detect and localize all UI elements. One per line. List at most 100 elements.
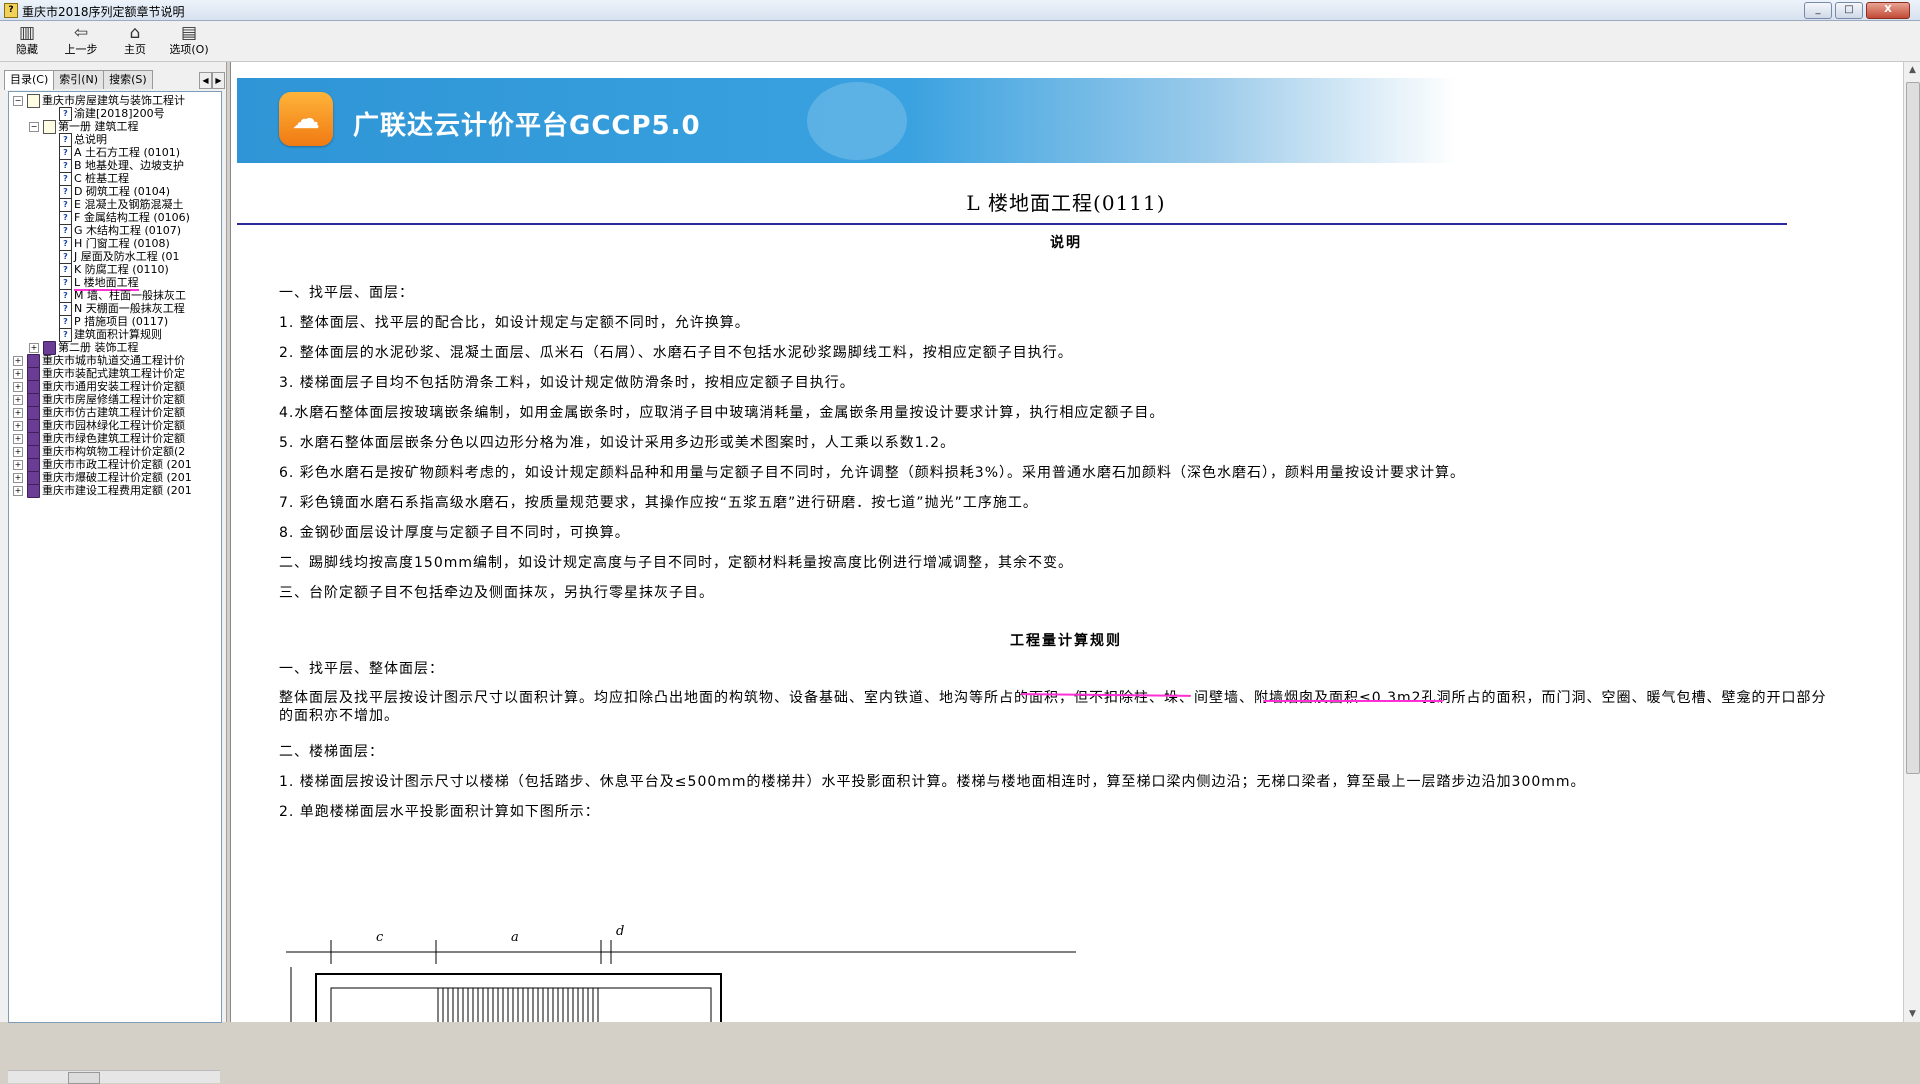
home-button[interactable]: ⌂ 主页 (110, 23, 160, 59)
tree-item[interactable]: − 重庆市房屋建筑与装饰工程计 (9, 94, 221, 108)
tree-item[interactable]: ? 总说明 (9, 133, 221, 147)
collapse-icon[interactable]: − (29, 122, 39, 132)
help-page-icon: ? (59, 315, 72, 329)
tree-item-label: F 金属结构工程 (0106) (74, 211, 190, 224)
hide-icon: ▥ (18, 23, 36, 43)
tree-item[interactable]: + 重庆市房屋修缮工程计价定额 (9, 393, 221, 407)
tree-item[interactable]: + 重庆市装配式建筑工程计价定 (9, 367, 221, 381)
tree-item[interactable]: ? H 门窗工程 (0108) (9, 237, 221, 251)
tree-item[interactable]: ? E 混凝土及钢筋混凝土 (9, 198, 221, 212)
tree-item[interactable]: ? J 屋面及防水工程 (01 (9, 250, 221, 264)
expand-icon[interactable]: + (13, 395, 23, 405)
tree-item[interactable]: + 重庆市建设工程费用定额 (201 (9, 484, 221, 498)
tree-item-label: 重庆市绿色建筑工程计价定额 (42, 432, 185, 445)
tab-scroll-buttons: ◀ ▶ (199, 72, 225, 89)
tree-item-label: 重庆市通用安装工程计价定额 (42, 380, 185, 393)
expand-icon[interactable]: + (13, 460, 23, 470)
tree-item-label: 第二册 装饰工程 (58, 341, 139, 354)
tree-item[interactable]: − 第一册 建筑工程 (9, 120, 221, 134)
tree-item[interactable]: ? 渝建[2018]200号 (9, 107, 221, 121)
expand-icon[interactable]: + (13, 473, 23, 483)
tree-item[interactable]: ? A 土石方工程 (0101) (9, 146, 221, 160)
home-label: 主页 (124, 43, 146, 56)
expand-icon[interactable]: + (13, 486, 23, 496)
tree-item-label: 重庆市市政工程计价定额 (201 (42, 458, 192, 471)
help-page-icon: ? (59, 250, 72, 264)
close-button[interactable]: X (1866, 2, 1910, 19)
tree-item[interactable]: ? D 砌筑工程 (0104) (9, 185, 221, 199)
collapse-icon[interactable]: − (13, 96, 23, 106)
tree-item[interactable]: ? L 楼地面工程 (9, 276, 221, 291)
paragraph: 3. 楼梯面层子目均不包括防滑条工料，如设计规定做防滑条时，按相应定额子目执行。 (279, 375, 855, 391)
expand-icon[interactable]: + (13, 434, 23, 444)
tree-item-label: 建筑面积计算规则 (74, 328, 162, 341)
book-icon (27, 458, 40, 472)
expand-icon[interactable]: + (13, 369, 23, 379)
tree-item-label: P 措施项目 (0117) (74, 315, 169, 328)
minimize-button[interactable]: _ (1804, 2, 1832, 19)
tree-item[interactable]: ? P 措施项目 (0117) (9, 315, 221, 329)
chapter-title: L 楼地面工程(0111) (966, 191, 1166, 215)
tree-item[interactable]: ? F 金属结构工程 (0106) (9, 211, 221, 225)
tree-item[interactable]: ? G 木结构工程 (0107) (9, 224, 221, 238)
book-icon (27, 484, 40, 498)
title-divider (237, 223, 1787, 225)
tree-item[interactable]: + 重庆市园林绿化工程计价定额 (9, 419, 221, 433)
hide-button[interactable]: ▥ 隐藏 (2, 23, 52, 59)
tree-item[interactable]: + 重庆市城市轨道交通工程计价 (9, 354, 221, 368)
tree-item[interactable]: + 重庆市仿古建筑工程计价定额 (9, 406, 221, 420)
tree-item-label: A 土石方工程 (0101) (74, 146, 181, 159)
expand-icon[interactable]: + (29, 343, 39, 353)
expand-icon[interactable]: + (13, 421, 23, 431)
contents-tree[interactable]: − 重庆市房屋建筑与装饰工程计? 渝建[2018]200号 − 第一册 建筑工程? 总说明… (8, 91, 222, 1023)
tree-item[interactable]: ? K 防腐工程 (0110) (9, 263, 221, 277)
content-vertical-scrollbar[interactable]: ▲ ▼ (1903, 62, 1920, 1022)
tree-item-label: K 防腐工程 (0110) (74, 263, 169, 276)
tree-item[interactable]: + 重庆市构筑物工程计价定额(2 (9, 445, 221, 459)
scroll-up-icon[interactable]: ▲ (1904, 62, 1920, 78)
scroll-thumb[interactable] (1906, 82, 1920, 774)
paragraph: 三、台阶定额子目不包括牵边及侧面抹灰，另执行零星抹灰子目。 (279, 585, 714, 601)
back-button[interactable]: ⇦ 上一步 (56, 23, 106, 59)
tree-item-label: D 砌筑工程 (0104) (74, 185, 171, 198)
tree-item[interactable]: + 重庆市爆破工程计价定额 (201 (9, 471, 221, 485)
expand-icon[interactable]: + (13, 408, 23, 418)
tree-item[interactable]: ? B 地基处理、边坡支护 (9, 159, 221, 173)
tree-item[interactable]: ? M 墙、柱面一般抹灰工 (9, 289, 221, 303)
book-icon (43, 120, 56, 134)
tree-item[interactable]: + 重庆市通用安装工程计价定额 (9, 380, 221, 394)
scroll-thumb[interactable] (68, 1072, 100, 1084)
paragraph: 1. 楼梯面层按设计图示尺寸以楼梯（包括踏步、休息平台及≤500mm的楼梯井）水… (279, 774, 1586, 790)
help-page-icon: ? (59, 172, 72, 186)
book-icon (27, 367, 40, 381)
maximize-button[interactable]: □ (1835, 2, 1863, 19)
tab-scroll-right-icon[interactable]: ▶ (212, 72, 225, 89)
tree-item[interactable]: + 第二册 装饰工程 (9, 341, 221, 355)
tree-item[interactable]: ? 建筑面积计算规则 (9, 328, 221, 342)
tree-item[interactable]: ? N 天棚面一般抹灰工程 (9, 302, 221, 316)
tree-item-label: 重庆市建设工程费用定额 (201 (42, 484, 192, 497)
tree-horizontal-scrollbar[interactable] (8, 1070, 220, 1084)
expand-icon[interactable]: + (13, 356, 23, 366)
tab-scroll-left-icon[interactable]: ◀ (199, 72, 212, 89)
tree-item[interactable]: ? C 桩基工程 (9, 172, 221, 186)
tree-item-label: 重庆市房屋建筑与装饰工程计 (42, 94, 185, 107)
tree-item-label: E 混凝土及钢筋混凝土 (74, 198, 184, 211)
tree-item-label: 总说明 (74, 133, 107, 146)
tab-contents[interactable]: 目录(C) (4, 70, 55, 90)
expand-icon[interactable]: + (13, 447, 23, 457)
paragraph: 二、踢脚线均按高度150mm编制，如设计规定高度与子目不同时，定额材料耗量按高度… (279, 555, 1073, 571)
tree-item[interactable]: + 重庆市绿色建筑工程计价定额 (9, 432, 221, 446)
help-page-icon: ? (59, 263, 72, 277)
section-heading-explanation: 说明 (1050, 235, 1082, 251)
tree-item[interactable]: + 重庆市市政工程计价定额 (201 (9, 458, 221, 472)
expand-icon[interactable]: + (13, 382, 23, 392)
home-icon: ⌂ (129, 23, 141, 43)
scroll-down-icon[interactable]: ▼ (1904, 1006, 1920, 1022)
options-button[interactable]: ▤ 选项(O) (164, 23, 214, 59)
tab-index[interactable]: 索引(N) (53, 70, 105, 89)
tab-search[interactable]: 搜索(S) (103, 70, 153, 89)
hide-label: 隐藏 (16, 43, 38, 56)
help-page-icon: ? (59, 237, 72, 251)
paragraph: 二、楼梯面层： (279, 744, 384, 760)
